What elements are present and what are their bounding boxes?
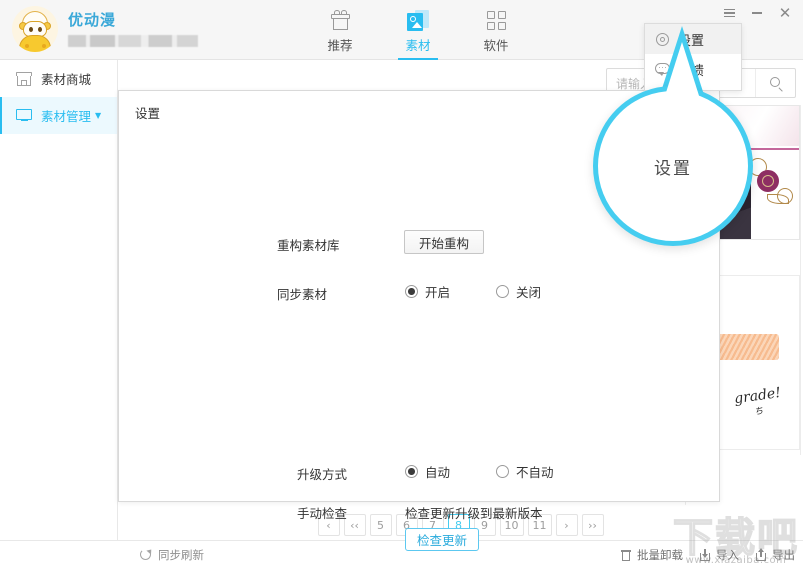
sync-label: 同步素材: [277, 284, 327, 303]
rebuild-button-wrap: 开始重构: [404, 230, 484, 254]
radio-off-indicator: [496, 285, 509, 298]
rebuild-label: 重构素材库: [277, 235, 340, 254]
trash-icon: [620, 549, 632, 561]
sync-refresh-label: 同步刷新: [158, 547, 204, 563]
brand-texts: 优动漫: [68, 11, 198, 47]
sync-radio-off[interactable]: 关闭: [496, 282, 541, 301]
tab-material-label: 素材: [396, 35, 440, 54]
radio-manual-indicator: [496, 465, 509, 478]
check-update-button[interactable]: 检查更新: [405, 528, 479, 551]
radio-auto-indicator: [405, 465, 418, 478]
avatar: [12, 6, 58, 52]
chevron-down-icon: ▼: [95, 111, 101, 120]
hamburger-menu-icon[interactable]: [715, 1, 743, 25]
top-navigation: 推荐 素材 软件: [318, 4, 518, 54]
search-icon: [770, 77, 782, 89]
upgrade-radio-manual-label: 不自动: [516, 462, 554, 481]
import-label: 导入: [716, 547, 739, 563]
pagination-next[interactable]: ›: [556, 514, 578, 536]
sidebar-item-manage-label: 素材管理: [41, 106, 91, 125]
rose-decoration: [749, 158, 793, 220]
manual-check-desc: 检查更新升级到最新版本: [405, 503, 543, 522]
sync-radio-on[interactable]: 开启: [405, 282, 450, 301]
tab-material[interactable]: 素材: [396, 4, 440, 54]
monitor-icon: [16, 109, 32, 123]
tab-software-label: 软件: [474, 35, 518, 54]
tab-software[interactable]: 软件: [474, 4, 518, 54]
search-button[interactable]: [755, 69, 795, 97]
pagination-page-5[interactable]: 5: [370, 514, 392, 536]
import-icon: [699, 549, 711, 561]
tab-recommend[interactable]: 推荐: [318, 4, 362, 54]
tab-recommend-label: 推荐: [318, 35, 362, 54]
sidebar-item-manage[interactable]: 素材管理 ▼: [0, 97, 117, 134]
application-window: 优动漫 推荐 素材 软件: [0, 0, 803, 568]
settings-dialog: 设置 重构素材库 开始重构 同步素材 开启 关闭 升级方式 自动: [118, 90, 720, 502]
gear-icon: [655, 32, 670, 47]
chat-feedback-icon: [655, 62, 670, 77]
upgrade-radio-auto[interactable]: 自动: [405, 462, 450, 481]
start-rebuild-button[interactable]: 开始重构: [404, 230, 484, 254]
upgrade-label: 升级方式: [297, 464, 347, 483]
sidebar-item-store-label: 素材商城: [41, 69, 91, 88]
menu-item-feedback[interactable]: 反馈: [645, 54, 741, 84]
export-icon: [755, 549, 767, 561]
bottom-actions: 批量卸载 导入 导出: [620, 547, 795, 563]
manual-check-label: 手动检查: [297, 503, 347, 522]
batch-uninstall-label: 批量卸载: [637, 547, 683, 563]
menu-item-settings-label: 设置: [678, 30, 704, 49]
sync-radio-off-label: 关闭: [516, 282, 541, 301]
settings-dropdown-menu: 设置 反馈: [644, 23, 742, 91]
account-info-redacted: [68, 35, 198, 47]
gift-icon: [318, 8, 362, 32]
pagination-last[interactable]: ››: [582, 514, 604, 536]
upgrade-radio-manual[interactable]: 不自动: [496, 462, 554, 481]
batch-uninstall-button[interactable]: 批量卸载: [620, 547, 683, 563]
dialog-title: 设置: [135, 103, 160, 122]
upgrade-radio-group: 自动 不自动: [405, 462, 554, 481]
brand-area: 优动漫: [12, 6, 198, 52]
signature-preview: grade! ち: [733, 385, 783, 420]
menu-item-settings[interactable]: 设置: [645, 24, 741, 54]
menu-item-feedback-label: 反馈: [678, 60, 704, 79]
sync-refresh-button[interactable]: 同步刷新: [140, 547, 204, 563]
import-button[interactable]: 导入: [699, 547, 739, 563]
bottom-bar: 同步刷新 批量卸载 导入 导出: [0, 540, 803, 568]
sync-radio-group: 开启 关闭: [405, 282, 541, 301]
export-label: 导出: [772, 547, 795, 563]
close-icon[interactable]: ✕: [771, 1, 799, 25]
sidebar-item-store[interactable]: 素材商城: [0, 60, 117, 97]
grid-apps-icon: [474, 8, 518, 32]
signature-sub: ち: [753, 401, 783, 418]
material-doc-icon: [396, 8, 440, 32]
upgrade-radio-auto-label: 自动: [425, 462, 450, 481]
minimize-icon[interactable]: [743, 1, 771, 25]
sync-radio-on-label: 开启: [425, 282, 450, 301]
check-update-wrap: 检查更新: [405, 528, 479, 551]
app-title: 优动漫: [68, 11, 198, 29]
sidebar: 素材商城 素材管理 ▼: [0, 60, 118, 568]
shop-icon: [16, 72, 32, 86]
radio-on-indicator: [405, 285, 418, 298]
refresh-icon: [140, 549, 152, 561]
export-button[interactable]: 导出: [755, 547, 795, 563]
